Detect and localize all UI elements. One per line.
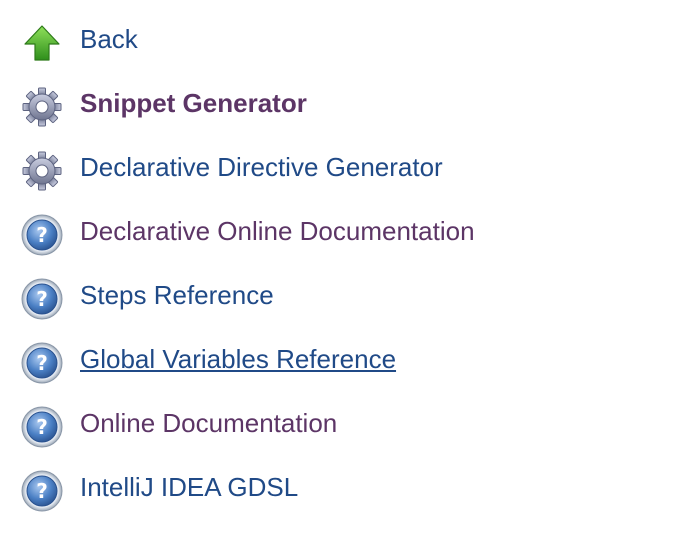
help-icon[interactable]: ? — [20, 213, 64, 257]
help-icon[interactable]: ? — [20, 341, 64, 385]
help-icon[interactable]: ? — [20, 469, 64, 513]
svg-text:?: ? — [36, 351, 48, 375]
gear-icon[interactable] — [20, 85, 64, 129]
intellij-idea-gdsl-link[interactable]: IntelliJ IDEA GDSL — [80, 471, 298, 503]
svg-text:?: ? — [36, 223, 48, 247]
svg-text:?: ? — [36, 479, 48, 503]
global-variables-reference-link[interactable]: Global Variables Reference — [80, 343, 396, 375]
gear-icon[interactable] — [20, 149, 64, 193]
steps-reference-link[interactable]: Steps Reference — [80, 279, 274, 311]
snippet-generator-link[interactable]: Snippet Generator — [80, 87, 307, 119]
declarative-directive-generator-link[interactable]: Declarative Directive Generator — [80, 151, 443, 183]
declarative-online-documentation-link[interactable]: Declarative Online Documentation — [80, 215, 475, 247]
help-icon[interactable]: ? — [20, 405, 64, 449]
svg-text:?: ? — [36, 415, 48, 439]
up-arrow-icon[interactable] — [20, 21, 64, 65]
online-documentation-link[interactable]: Online Documentation — [80, 407, 337, 439]
back-link[interactable]: Back — [80, 23, 138, 55]
svg-text:?: ? — [36, 287, 48, 311]
help-icon[interactable]: ? — [20, 277, 64, 321]
